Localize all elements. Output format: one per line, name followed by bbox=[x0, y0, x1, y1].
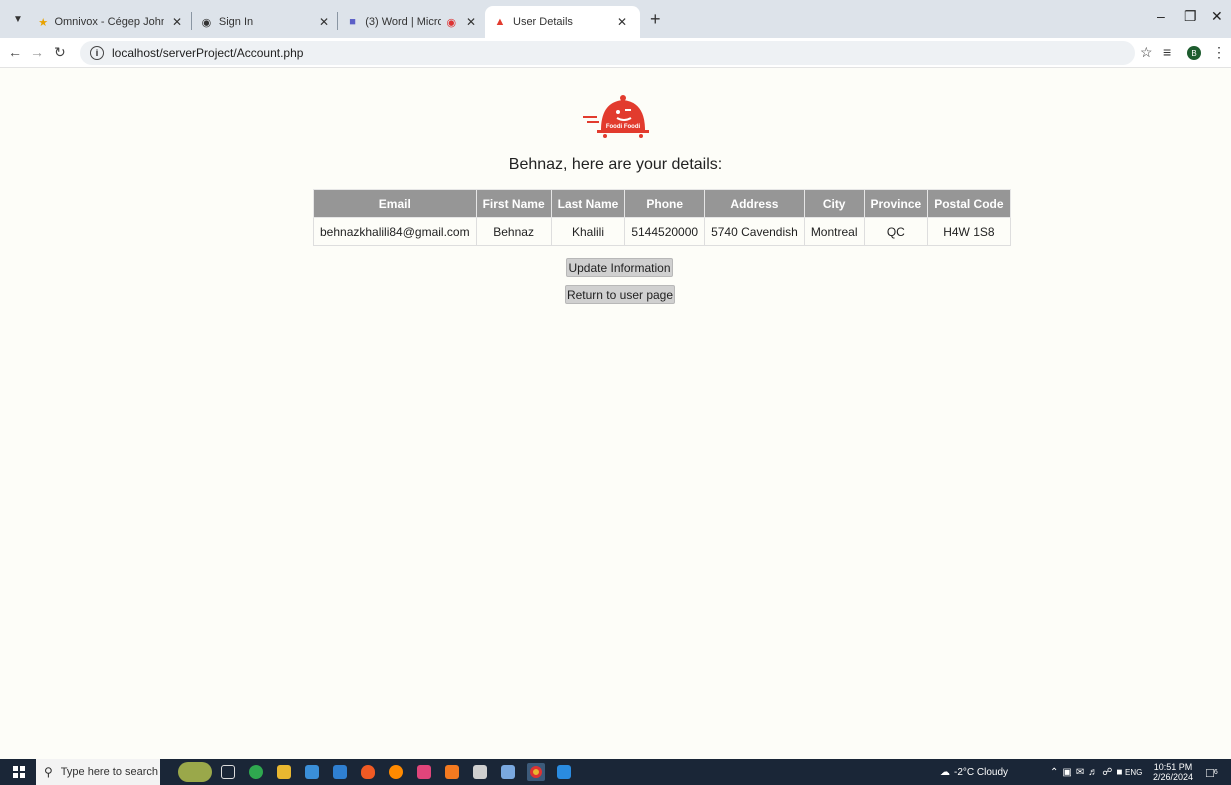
store-icon[interactable] bbox=[305, 765, 319, 779]
tab-omnivox[interactable]: ★ Omnivox - Cégep John Abbott ✕ bbox=[30, 6, 190, 38]
address-bar[interactable]: i localhost/serverProject/Account.php bbox=[80, 41, 1135, 65]
tab-sign-in[interactable]: ◉ Sign In ✕ bbox=[192, 6, 337, 38]
close-window-icon[interactable]: ✕ bbox=[1211, 8, 1223, 25]
cell-postal-code: H4W 1S8 bbox=[927, 217, 1011, 246]
cell-last-name: Khalili bbox=[550, 217, 626, 246]
column-header-province: Province bbox=[863, 189, 929, 218]
taskbar-clock[interactable]: 10:51 PM 2/26/2024 bbox=[1150, 762, 1196, 782]
edge-browser-icon[interactable] bbox=[249, 765, 263, 779]
close-tab-icon[interactable]: ✕ bbox=[617, 15, 627, 29]
reload-icon[interactable]: ↻ bbox=[54, 44, 66, 61]
notification-count: 6 bbox=[1213, 768, 1218, 776]
new-tab-plus-icon[interactable]: + bbox=[650, 9, 661, 30]
file-explorer-icon[interactable] bbox=[277, 765, 291, 779]
address-text: localhost/serverProject/Account.php bbox=[112, 46, 304, 60]
clock-time: 10:51 PM bbox=[1153, 762, 1193, 772]
browser-toolbar: ← → ↻ i localhost/serverProject/Account.… bbox=[0, 38, 1231, 68]
back-arrow-icon[interactable]: ← bbox=[8, 44, 22, 60]
close-tab-icon[interactable]: ✕ bbox=[172, 15, 182, 29]
notes-icon[interactable] bbox=[501, 765, 515, 779]
update-information-button[interactable]: Update Information bbox=[566, 258, 673, 277]
recording-icon: ◉ bbox=[446, 16, 457, 29]
weather-widget[interactable]: ☁ -2°C Cloudy bbox=[940, 759, 1008, 785]
firefox-icon[interactable] bbox=[389, 765, 403, 779]
tab-teams[interactable]: ■ (3) Word | Microsoft Teams ◉ ✕ bbox=[338, 6, 484, 38]
page-heading: Behnaz, here are your details: bbox=[508, 156, 723, 173]
notification-icon[interactable]: □ 6 bbox=[1206, 759, 1218, 785]
cell-city: Montreal bbox=[803, 217, 865, 246]
column-header-last-name: Last Name bbox=[550, 189, 626, 218]
cell-phone: 5144520000 bbox=[624, 217, 706, 246]
minimize-icon[interactable]: – bbox=[1157, 8, 1165, 24]
user-details-table: Email First Name Last Name Phone Address… bbox=[313, 189, 1011, 246]
omnivox-icon: ★ bbox=[38, 16, 49, 29]
mail-icon[interactable] bbox=[333, 765, 347, 779]
site-info-icon[interactable]: i bbox=[90, 46, 104, 60]
forward-arrow-icon[interactable]: → bbox=[30, 44, 44, 60]
column-header-phone: Phone bbox=[624, 189, 706, 218]
table-header-row: Email First Name Last Name Phone Address… bbox=[313, 189, 1011, 218]
column-header-email: Email bbox=[313, 189, 477, 218]
reading-list-icon[interactable]: ≡ bbox=[1163, 44, 1171, 60]
terminal-icon[interactable] bbox=[473, 765, 487, 779]
bookmark-star-icon[interactable]: ☆ bbox=[1140, 44, 1153, 61]
more-menu-icon[interactable]: ⋮ bbox=[1212, 44, 1226, 61]
column-header-postal-code: Postal Code bbox=[927, 189, 1011, 218]
search-icon: ⚲ bbox=[44, 765, 53, 779]
restore-icon[interactable]: ❐ bbox=[1184, 8, 1197, 25]
windows-start-icon[interactable] bbox=[13, 766, 25, 778]
weather-text: -2°C Cloudy bbox=[954, 766, 1009, 778]
tab-title: (3) Word | Microsoft Teams bbox=[365, 16, 441, 28]
cell-email: behnazkhalili84@gmail.com bbox=[313, 217, 477, 246]
foodi-logo: Foodi Foodi bbox=[583, 95, 649, 138]
chrome-icon[interactable] bbox=[527, 763, 545, 781]
tab-title: Sign In bbox=[218, 16, 254, 28]
taskbar-search-placeholder: Type here to search bbox=[60, 766, 159, 778]
brave-browser-icon[interactable] bbox=[361, 765, 375, 779]
column-header-first-name: First Name bbox=[475, 189, 552, 218]
cell-first-name: Behnaz bbox=[475, 217, 552, 246]
xampp-icon[interactable] bbox=[445, 765, 459, 779]
foodi-icon: ▲ bbox=[494, 16, 506, 28]
cell-province: QC bbox=[863, 217, 929, 246]
tab-title: User Details bbox=[513, 16, 573, 28]
table-row: behnazkhalili84@gmail.com Behnaz Khalili… bbox=[313, 217, 1011, 246]
cell-address: 5740 Cavendish bbox=[704, 217, 805, 246]
browser-tab-bar: ▼ ★ Omnivox - Cégep John Abbott ✕ ◉ Sign… bbox=[0, 0, 1231, 38]
cloud-icon: ☁ bbox=[940, 766, 950, 778]
return-to-user-page-button[interactable]: Return to user page bbox=[565, 285, 675, 304]
profile-avatar[interactable]: B bbox=[1187, 46, 1201, 60]
close-tab-icon[interactable]: ✕ bbox=[466, 15, 476, 29]
column-header-city: City bbox=[803, 189, 865, 218]
intellij-icon[interactable] bbox=[417, 765, 431, 779]
column-header-address: Address bbox=[704, 189, 805, 218]
logo-text: Foodi Foodi bbox=[606, 124, 641, 130]
task-view-icon[interactable] bbox=[221, 765, 235, 779]
close-tab-icon[interactable]: ✕ bbox=[319, 15, 329, 29]
tab-search-chevron-icon[interactable]: ▼ bbox=[8, 9, 28, 29]
tab-title: Omnivox - Cégep John Abbott bbox=[54, 16, 164, 28]
tab-user-details[interactable]: ▲ User Details ✕ bbox=[485, 6, 640, 38]
language-indicator[interactable]: ENG bbox=[1125, 759, 1142, 785]
taskbar-search-box[interactable]: ⚲ Type here to search bbox=[36, 759, 160, 785]
news-widget-icon[interactable] bbox=[178, 762, 212, 782]
windows-taskbar: ⚲ Type here to search ☁ -2°C Cloudy ⌃▣✉♬… bbox=[0, 759, 1231, 785]
clock-date: 2/26/2024 bbox=[1152, 772, 1194, 782]
vscode-icon[interactable] bbox=[557, 765, 571, 779]
teams-icon: ■ bbox=[349, 16, 356, 28]
system-tray-icons[interactable]: ⌃▣✉♬☍■ bbox=[1050, 759, 1126, 785]
globe-icon: ◉ bbox=[201, 16, 212, 29]
